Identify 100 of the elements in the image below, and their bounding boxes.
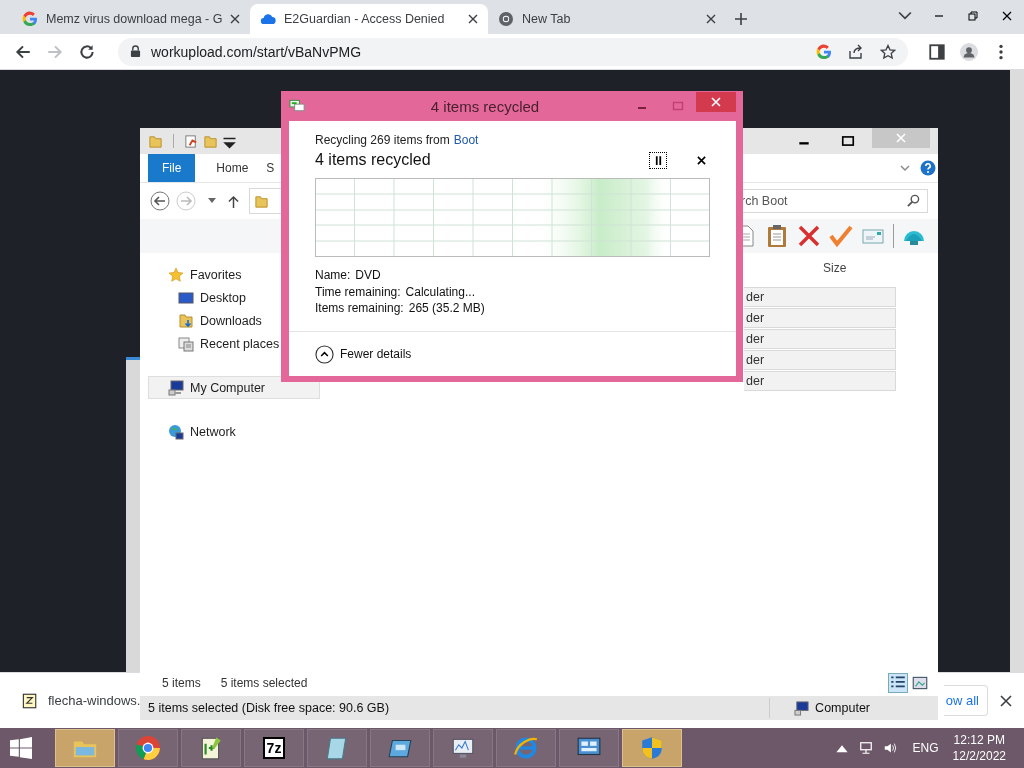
nav-label: Recent places bbox=[200, 336, 280, 351]
ribbon-tab[interactable]: S bbox=[257, 154, 284, 182]
close-icon[interactable] bbox=[230, 14, 240, 24]
details-view-icon[interactable] bbox=[888, 673, 908, 693]
close-icon[interactable] bbox=[1000, 10, 1014, 22]
downloads-folder-icon bbox=[178, 312, 194, 329]
maximize-icon[interactable] bbox=[841, 134, 855, 148]
progress-description: Recycling 269 items from bbox=[315, 133, 450, 147]
pause-button[interactable] bbox=[649, 151, 667, 169]
address-bar[interactable]: workupload.com/start/vBaNvPMG bbox=[118, 37, 908, 66]
share-icon[interactable] bbox=[848, 43, 864, 60]
computer-icon bbox=[794, 700, 810, 716]
detail-value: DVD bbox=[355, 267, 381, 284]
plus-icon[interactable] bbox=[734, 12, 748, 26]
detail-label: Time remaining: bbox=[315, 283, 401, 300]
url-text: workupload.com/start/vBaNvPMG bbox=[151, 43, 362, 60]
back-icon[interactable] bbox=[150, 191, 170, 211]
browser-tab[interactable]: E2Guardian - Access Denied bbox=[250, 4, 488, 34]
archive-logo: 7z bbox=[262, 737, 286, 759]
clock-date[interactable]: 12/2/2022 bbox=[952, 748, 1006, 764]
properties-icon[interactable] bbox=[184, 133, 199, 149]
column-header[interactable]: Size bbox=[823, 261, 847, 275]
cloud-icon bbox=[260, 11, 276, 27]
tab-title: Memz virus download mega - G bbox=[46, 12, 222, 26]
shield-icon bbox=[639, 735, 665, 761]
language-indicator[interactable]: ENG bbox=[912, 741, 939, 755]
download-file-name[interactable]: flecha-windows. bbox=[48, 693, 141, 708]
delete-icon[interactable] bbox=[797, 224, 821, 248]
star-icon[interactable] bbox=[880, 43, 896, 60]
file-row[interactable]: der bbox=[744, 371, 896, 391]
cancel-icon[interactable] bbox=[697, 155, 706, 165]
close-icon bbox=[711, 97, 721, 107]
nav-label: Desktop bbox=[200, 290, 246, 305]
globe-icon bbox=[168, 423, 184, 440]
detail-value: Calculating... bbox=[405, 283, 475, 300]
nav-label: Downloads bbox=[200, 313, 262, 328]
archive-icon bbox=[20, 691, 38, 710]
tab-title: New Tab bbox=[522, 12, 572, 26]
browser-tab[interactable]: New Tab bbox=[488, 4, 726, 34]
help-icon[interactable] bbox=[920, 160, 936, 176]
chevron-down-icon[interactable] bbox=[900, 165, 910, 171]
close-icon[interactable] bbox=[468, 14, 478, 24]
reload-icon[interactable] bbox=[78, 42, 96, 61]
source-folder-link[interactable]: Boot bbox=[453, 133, 479, 147]
lock-icon bbox=[130, 45, 141, 58]
volume-icon[interactable] bbox=[882, 741, 897, 755]
ribbon-tab[interactable]: File bbox=[148, 154, 196, 182]
restore-icon[interactable] bbox=[966, 10, 980, 22]
google-icon bbox=[22, 11, 38, 27]
detail-value: 265 (35.2 MB) bbox=[408, 300, 485, 317]
browser-icon bbox=[513, 735, 539, 761]
google-icon[interactable] bbox=[816, 43, 832, 60]
network-icon[interactable] bbox=[858, 741, 873, 755]
checkmark-icon[interactable] bbox=[829, 224, 853, 248]
browser-tab[interactable]: Memz virus download mega - G bbox=[12, 4, 250, 34]
tab-title: E2Guardian - Access Denied bbox=[284, 12, 446, 26]
ribbon-tab[interactable]: Home bbox=[207, 154, 258, 182]
close-icon[interactable] bbox=[1000, 694, 1012, 707]
clock-time[interactable]: 12:12 PM bbox=[953, 732, 1005, 748]
up-arrow-icon[interactable] bbox=[228, 194, 239, 208]
search-icon bbox=[907, 194, 920, 207]
collapse-icon bbox=[315, 344, 334, 364]
nav-item[interactable]: My Computer bbox=[148, 376, 320, 399]
pause-icon bbox=[654, 155, 662, 165]
recycle-progress-icon bbox=[289, 99, 306, 113]
details-bar-text: 5 items selected (Disk free space: 90.6 GB) bbox=[148, 701, 390, 715]
detail-label: Items remaining: bbox=[315, 300, 404, 317]
nav-label: Network bbox=[190, 424, 236, 439]
item-count: 5 items bbox=[162, 676, 201, 690]
close-icon[interactable] bbox=[706, 14, 716, 24]
close-icon bbox=[896, 133, 906, 143]
selection-count: 5 items selected bbox=[220, 676, 308, 690]
show-all-button[interactable]: ow all bbox=[943, 685, 988, 716]
detail-label: Name: bbox=[315, 267, 351, 284]
location-text: Computer bbox=[815, 701, 870, 715]
file-row[interactable]: der bbox=[744, 350, 896, 370]
nav-label: My Computer bbox=[190, 380, 266, 395]
folder-icon bbox=[254, 193, 269, 209]
fewer-details-button[interactable]: Fewer details bbox=[315, 344, 412, 364]
nav-item[interactable]: Network bbox=[148, 420, 320, 443]
taskbar-button[interactable]: 7z bbox=[244, 729, 304, 767]
chevron-down-icon[interactable] bbox=[898, 10, 912, 22]
close-button[interactable] bbox=[696, 92, 736, 112]
clipboard-icon[interactable] bbox=[765, 224, 789, 248]
windows-icon[interactable] bbox=[10, 737, 32, 759]
profile-icon[interactable] bbox=[960, 42, 978, 61]
recent-places-icon bbox=[178, 335, 194, 352]
desktop-icon bbox=[178, 289, 194, 306]
file-row[interactable]: der bbox=[744, 308, 896, 328]
progress-heading: 4 items recycled bbox=[315, 151, 431, 169]
side-panel-icon[interactable] bbox=[928, 42, 946, 61]
file-row[interactable]: der bbox=[744, 287, 896, 307]
star-icon bbox=[168, 266, 184, 283]
dropdown-icon[interactable] bbox=[208, 198, 216, 204]
nav-label: Favorites bbox=[190, 267, 242, 282]
chrome-icon bbox=[135, 735, 161, 761]
computer-icon bbox=[168, 379, 184, 396]
file-row[interactable]: der bbox=[744, 329, 896, 349]
dialog-title: 4 items recycled bbox=[429, 97, 541, 115]
chrome-icon bbox=[498, 11, 514, 27]
